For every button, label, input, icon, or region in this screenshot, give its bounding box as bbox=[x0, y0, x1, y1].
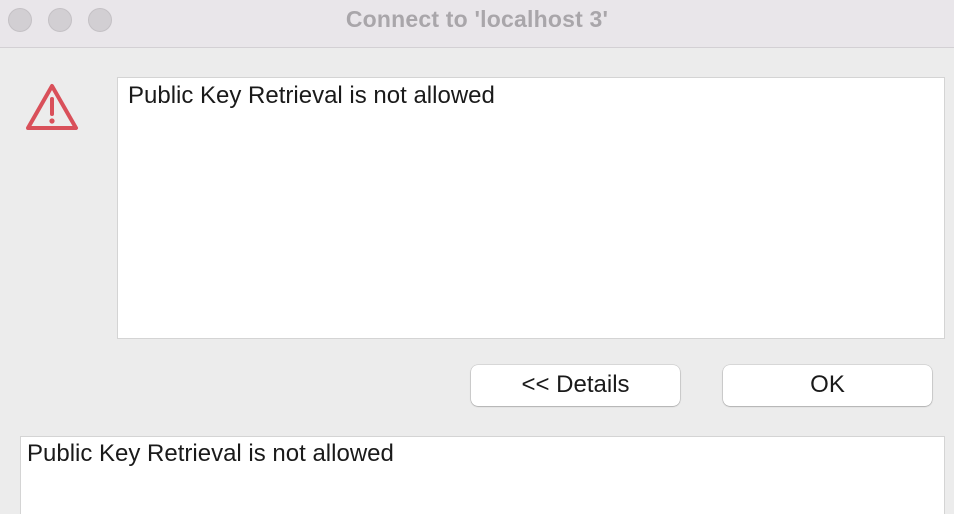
details-toggle-button[interactable]: << Details bbox=[471, 365, 680, 406]
connection-error-dialog: Connect to 'localhost 3' Public Key Retr… bbox=[0, 0, 954, 514]
error-message-text: Public Key Retrieval is not allowed bbox=[128, 82, 495, 109]
details-text: Public Key Retrieval is not allowed bbox=[27, 440, 394, 467]
window-title: Connect to 'localhost 3' bbox=[345, 6, 609, 32]
details-text-area[interactable]: Public Key Retrieval is not allowed bbox=[20, 436, 945, 514]
warning-triangle-icon bbox=[26, 84, 78, 130]
title-bar: Connect to 'localhost 3' bbox=[0, 0, 954, 48]
ok-button[interactable]: OK bbox=[723, 365, 932, 406]
error-message-box: Public Key Retrieval is not allowed bbox=[117, 77, 945, 339]
